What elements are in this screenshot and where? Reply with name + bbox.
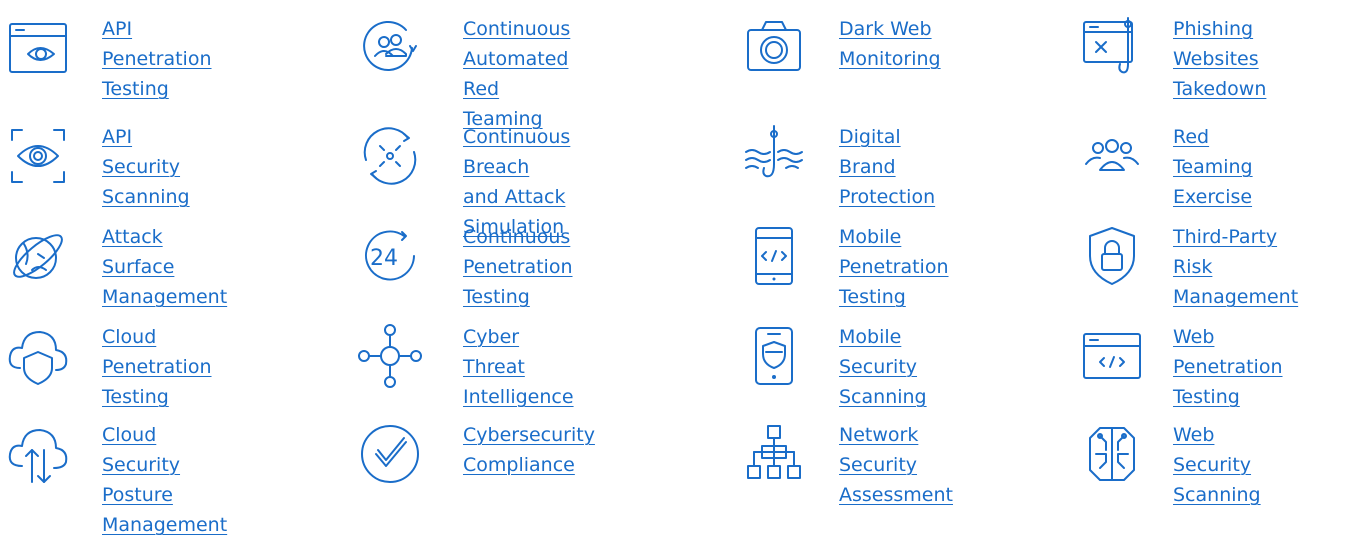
service-link-continuous-automated-red-teaming[interactable]: Continuous Automated Red Teaming — [463, 14, 570, 134]
cycle-arrows-icon — [358, 124, 422, 188]
cloud-shield-icon — [6, 324, 70, 388]
browser-eye-icon — [6, 16, 70, 80]
clock-24-icon: 24 — [358, 224, 422, 288]
service-link-cyber-threat-intelligence[interactable]: Cyber Threat Intelligence — [463, 322, 574, 412]
scan-eye-icon — [6, 124, 70, 188]
service-link-attack-surface-management[interactable]: Attack Surface Management — [102, 222, 227, 312]
cloud-arrows-icon — [6, 422, 70, 486]
team-cycle-icon — [358, 16, 422, 80]
service-link-dark-web-monitoring[interactable]: Dark Web Monitoring — [839, 14, 941, 74]
service-link-cloud-security-posture-management[interactable]: Cloud Security Posture Management — [102, 420, 227, 540]
phone-shield-icon — [742, 324, 806, 388]
service-link-network-security-assessment[interactable]: Network Security Assessment — [839, 420, 953, 510]
check-circle-icon — [358, 422, 422, 486]
service-link-red-teaming-exercise[interactable]: Red Teaming Exercise — [1173, 122, 1253, 212]
svg-text:24: 24 — [370, 246, 398, 271]
shield-lock-icon — [1080, 224, 1144, 288]
browser-code-icon — [1080, 324, 1144, 388]
chip-circuit-icon — [1080, 422, 1144, 486]
services-grid: API Penetration Testing Continuous Automa… — [0, 0, 1366, 536]
service-link-api-penetration-testing[interactable]: API Penetration Testing — [102, 14, 212, 104]
service-link-digital-brand-protection[interactable]: Digital Brand Protection — [839, 122, 935, 212]
service-link-continuous-penetration-testing[interactable]: Continuous Penetration Testing — [463, 222, 573, 312]
group-users-icon — [1080, 124, 1144, 188]
service-link-cybersecurity-compliance[interactable]: Cybersecurity Compliance — [463, 420, 595, 480]
fishing-hook-icon — [742, 124, 806, 188]
service-link-web-security-scanning[interactable]: Web Security Scanning — [1173, 420, 1261, 510]
service-link-api-security-scanning[interactable]: API Security Scanning — [102, 122, 190, 212]
camera-icon — [742, 16, 806, 80]
network-tree-icon — [742, 422, 806, 486]
globe-orbit-icon — [6, 224, 70, 288]
service-link-web-penetration-testing[interactable]: Web Penetration Testing — [1173, 322, 1283, 412]
service-link-mobile-penetration-testing[interactable]: Mobile Penetration Testing — [839, 222, 949, 312]
network-hub-icon — [358, 324, 422, 388]
service-link-cloud-penetration-testing[interactable]: Cloud Penetration Testing — [102, 322, 212, 412]
service-link-phishing-websites-takedown[interactable]: Phishing Websites Takedown — [1173, 14, 1266, 104]
service-link-mobile-security-scanning[interactable]: Mobile Security Scanning — [839, 322, 927, 412]
phone-code-icon — [742, 224, 806, 288]
service-link-third-party-risk-management[interactable]: Third-Party Risk Management — [1173, 222, 1298, 312]
browser-hook-icon — [1080, 16, 1144, 80]
